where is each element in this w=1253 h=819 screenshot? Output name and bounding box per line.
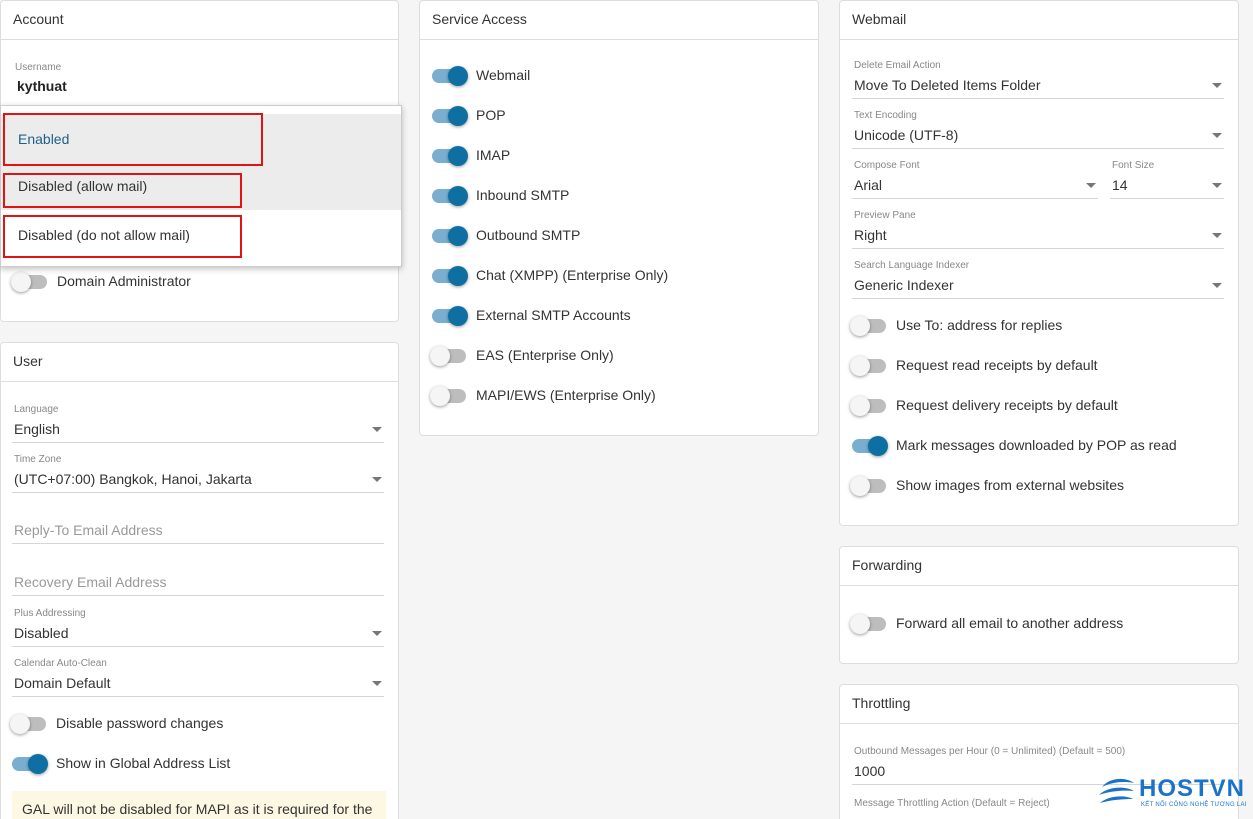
throttling-action-label: Message Throttling Action (Default = Rej… — [854, 798, 1050, 809]
webmail-option-toggle-row[interactable]: Show images from external websites — [850, 475, 1212, 499]
webmail-option-toggle[interactable] — [850, 316, 886, 336]
webmail-option-toggle[interactable] — [850, 396, 886, 416]
service-toggle-row[interactable]: External SMTP Accounts — [432, 305, 792, 329]
service-toggle-row[interactable]: MAPI/EWS (Enterprise Only) — [430, 385, 792, 409]
domain-admin-toggle[interactable] — [11, 272, 47, 292]
hostvn-logo-icon — [1099, 778, 1134, 803]
service-toggle-row[interactable]: EAS (Enterprise Only) — [430, 345, 792, 369]
webmail-title: Webmail — [840, 1, 1238, 40]
font-size-select[interactable]: Font Size 14 — [1110, 160, 1224, 199]
disable-password-toggle-row[interactable]: Disable password changes — [10, 713, 372, 737]
domain-admin-toggle-row[interactable]: Domain Administrator — [11, 271, 373, 295]
service-toggle[interactable] — [432, 266, 468, 286]
webmail-option-label: Request delivery receipts by default — [896, 397, 1118, 413]
search-language-indexer-select[interactable]: Search Language Indexer Generic Indexer — [852, 260, 1224, 299]
logo-name: HOSTVN — [1139, 775, 1246, 802]
service-access-title: Service Access — [420, 1, 818, 40]
service-toggle-row[interactable]: IMAP — [432, 145, 792, 169]
recovery-email-input[interactable]: Recovery Email Address — [12, 565, 384, 596]
chevron-down-icon — [372, 427, 382, 432]
service-label: Webmail — [476, 67, 531, 83]
webmail-option-label: Use To: address for replies — [896, 317, 1063, 333]
service-toggle[interactable] — [432, 306, 468, 326]
webmail-option-label: Mark messages downloaded by POP as read — [896, 437, 1177, 453]
service-toggle[interactable] — [430, 386, 466, 406]
webmail-option-toggle-row[interactable]: Request delivery receipts by default — [850, 395, 1212, 419]
delete-email-action-select[interactable]: Delete Email Action Move To Deleted Item… — [852, 60, 1224, 99]
service-label: MAPI/EWS (Enterprise Only) — [476, 387, 656, 403]
service-toggle[interactable] — [432, 226, 468, 246]
text-encoding-select[interactable]: Text Encoding Unicode (UTF-8) — [852, 110, 1224, 149]
forward-email-toggle-row[interactable]: Forward all email to another address — [850, 613, 1212, 637]
webmail-option-label: Show images from external websites — [896, 477, 1124, 493]
service-label: EAS (Enterprise Only) — [476, 347, 614, 363]
domain-admin-label: Domain Administrator — [57, 273, 191, 289]
plus-addressing-select[interactable]: Plus Addressing Disabled — [12, 608, 384, 647]
webmail-option-toggle[interactable] — [850, 476, 886, 496]
disable-password-toggle[interactable] — [10, 714, 46, 734]
service-label: External SMTP Accounts — [476, 307, 631, 323]
preview-pane-select[interactable]: Preview Pane Right — [852, 210, 1224, 249]
webmail-option-label: Request read receipts by default — [896, 357, 1098, 373]
gal-notice: GAL will not be disabled for MAPI as it … — [12, 791, 386, 819]
service-toggle[interactable] — [432, 66, 468, 86]
chevron-down-icon — [372, 477, 382, 482]
highlight-box-disabled-allow — [3, 173, 242, 208]
chevron-down-icon — [1212, 233, 1222, 238]
service-toggle[interactable] — [432, 186, 468, 206]
forwarding-panel: Forwarding — [839, 546, 1239, 664]
username-value: kythuat — [17, 78, 67, 94]
service-toggle[interactable] — [432, 146, 468, 166]
webmail-option-toggle-row[interactable]: Request read receipts by default — [850, 355, 1212, 379]
service-label: IMAP — [476, 147, 511, 163]
chevron-down-icon — [1212, 83, 1222, 88]
chevron-down-icon — [1212, 183, 1222, 188]
language-select[interactable]: Language English — [12, 404, 384, 443]
service-label: Inbound SMTP — [476, 187, 570, 203]
chevron-down-icon — [1086, 183, 1096, 188]
forwarding-title: Forwarding — [840, 547, 1238, 586]
highlight-box-disabled-no-mail — [3, 215, 242, 258]
hostvn-logo: HOSTVN KẾT NỐI CÔNG NGHỆ TƯƠNG LAI — [1096, 773, 1252, 813]
service-toggle-row[interactable]: Inbound SMTP — [432, 185, 792, 209]
webmail-option-toggle[interactable] — [850, 356, 886, 376]
calendar-auto-clean-select[interactable]: Calendar Auto-Clean Domain Default — [12, 658, 384, 697]
username-label: Username — [15, 62, 62, 73]
chevron-down-icon — [372, 631, 382, 636]
service-label: POP — [476, 107, 506, 123]
chevron-down-icon — [372, 681, 382, 686]
timezone-select[interactable]: Time Zone (UTC+07:00) Bangkok, Hanoi, Ja… — [12, 454, 384, 493]
webmail-option-toggle-row[interactable]: Mark messages downloaded by POP as read — [852, 435, 1212, 459]
service-toggle-row[interactable]: Outbound SMTP — [432, 225, 792, 249]
user-panel-title: User — [1, 343, 398, 382]
service-toggle[interactable] — [432, 106, 468, 126]
show-gal-toggle[interactable] — [12, 754, 48, 774]
account-panel-title: Account — [1, 1, 398, 40]
throttling-title: Throttling — [840, 685, 1238, 724]
highlight-box-enabled — [3, 113, 263, 166]
webmail-option-toggle[interactable] — [852, 436, 888, 456]
reply-to-input[interactable]: Reply-To Email Address — [12, 513, 384, 544]
chevron-down-icon — [1212, 133, 1222, 138]
compose-font-select[interactable]: Compose Font Arial — [852, 160, 1098, 199]
show-gal-toggle-row[interactable]: Show in Global Address List — [12, 753, 372, 777]
service-toggle-row[interactable]: Webmail — [432, 65, 792, 89]
logo-tagline: KẾT NỐI CÔNG NGHỆ TƯƠNG LAI — [1141, 802, 1247, 808]
service-label: Outbound SMTP — [476, 227, 581, 243]
service-toggle[interactable] — [430, 346, 466, 366]
webmail-option-toggle-row[interactable]: Use To: address for replies — [850, 315, 1212, 339]
chevron-down-icon — [1212, 283, 1222, 288]
service-toggle-row[interactable]: Chat (XMPP) (Enterprise Only) — [432, 265, 792, 289]
forward-email-toggle[interactable] — [850, 614, 886, 634]
service-toggle-row[interactable]: POP — [432, 105, 792, 129]
service-label: Chat (XMPP) (Enterprise Only) — [476, 267, 669, 283]
